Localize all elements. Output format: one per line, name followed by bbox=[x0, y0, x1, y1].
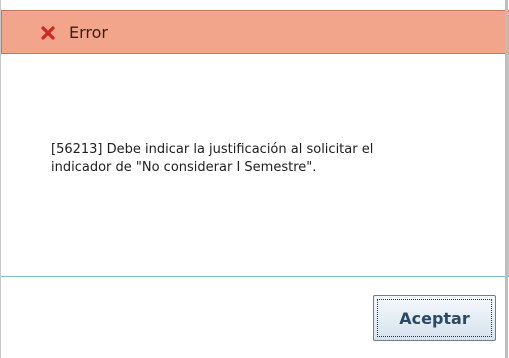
top-strip bbox=[1, 0, 509, 10]
dialog-footer: Aceptar bbox=[1, 277, 509, 358]
accept-button[interactable]: Aceptar bbox=[373, 295, 496, 341]
accept-button-label: Aceptar bbox=[377, 299, 492, 337]
error-message-line-2: indicador de "No considerar I Semestre". bbox=[51, 160, 317, 175]
dialog-titlebar: Error bbox=[1, 10, 509, 54]
dialog-body: [56213] Debe indicar la justificación al… bbox=[1, 54, 509, 276]
error-message: [56213] Debe indicar la justificación al… bbox=[51, 141, 466, 177]
error-dialog: Error [56213] Debe indicar la justificac… bbox=[0, 0, 509, 358]
close-x-icon bbox=[41, 25, 55, 40]
error-message-line-1: [56213] Debe indicar la justificación al… bbox=[51, 142, 374, 157]
window-edge-shadow bbox=[505, 0, 508, 358]
dialog-title: Error bbox=[69, 22, 108, 42]
